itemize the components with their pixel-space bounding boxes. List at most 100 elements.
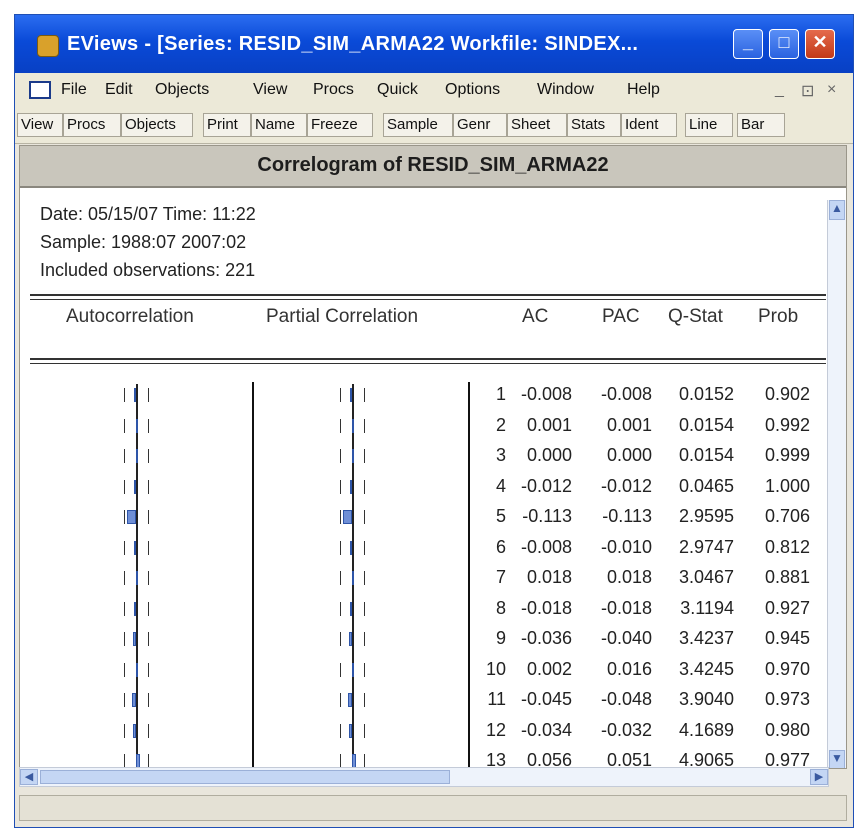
toolbar-stats-button[interactable]: Stats <box>567 113 621 137</box>
pac-bar <box>348 693 352 707</box>
qstat-cell: 0.0152 <box>678 384 734 404</box>
menu-objects[interactable]: Objects <box>155 81 209 99</box>
correlogram-view: Correlogram of RESID_SIM_ARMA22 Date: 05… <box>19 145 847 769</box>
menu-procs[interactable]: Procs <box>313 81 354 99</box>
pac-band-right <box>364 723 365 738</box>
pac-band-right <box>364 632 365 646</box>
pac-zero-line <box>352 689 354 720</box>
menu-edit[interactable]: Edit <box>105 81 133 99</box>
ac-cell: -0.036 <box>520 628 572 648</box>
minimize-button[interactable]: _ <box>733 29 763 59</box>
pac-bar <box>352 754 357 768</box>
toolbar-ident-button[interactable]: Ident <box>621 113 677 137</box>
prob-cell: 0.980 <box>764 719 810 740</box>
toolbar-sample-button[interactable]: Sample <box>383 113 453 137</box>
ac-band-left <box>124 662 125 677</box>
pac-band-left <box>340 601 341 616</box>
pac-cell: 0.001 <box>606 414 652 435</box>
pac-header: PAC <box>602 306 640 327</box>
pac-bar <box>350 388 352 402</box>
toolbar-print-button[interactable]: Print <box>203 113 251 137</box>
pac-band-left <box>340 418 341 433</box>
pac-bar <box>342 510 352 524</box>
ac-zero-line <box>136 536 138 567</box>
ac-bar <box>136 571 138 585</box>
prob-cell: 0.881 <box>764 567 810 587</box>
lag-cell: 11 <box>487 689 506 709</box>
pac-band-left <box>340 693 341 707</box>
lag-cell: 1 <box>495 384 506 404</box>
pac-bar <box>352 571 354 585</box>
vertical-scrollbar[interactable]: ▲ ▼ <box>827 200 846 768</box>
prob-header: Prob <box>758 306 799 327</box>
prob-cell: 0.812 <box>764 536 810 557</box>
toolbar-procs-button[interactable]: Procs <box>63 113 121 137</box>
ac-cell: 0.000 <box>526 445 572 465</box>
partial-correlation-header: Partial Correlation <box>266 306 419 327</box>
ac-zero-line <box>136 689 138 720</box>
ac-bar <box>134 540 136 555</box>
window-title: EViews - [Series: RESID_SIM_ARMA22 Workf… <box>67 33 639 55</box>
ac-bar <box>134 479 136 494</box>
qstat-cell: 3.0467 <box>678 567 734 587</box>
toolbar-genr-button[interactable]: Genr <box>453 113 507 137</box>
qstat-cell: 3.4237 <box>678 628 734 648</box>
pac-band-right <box>364 418 365 433</box>
toolbar-objects-button[interactable]: Objects <box>121 113 193 137</box>
ac-zero-line <box>136 597 138 628</box>
ac-band-right <box>148 510 149 524</box>
prob-cell: 0.927 <box>764 597 810 618</box>
scroll-down-arrow[interactable]: ▼ <box>829 750 845 768</box>
ac-zero-line <box>136 628 138 659</box>
ac-band-left <box>124 449 125 463</box>
ac-bar <box>134 601 136 616</box>
child-minimize-button[interactable]: _ <box>775 81 784 99</box>
scroll-left-arrow[interactable]: ◀ <box>20 769 38 785</box>
title-bar[interactable]: EViews - [Series: RESID_SIM_ARMA22 Workf… <box>15 15 853 73</box>
child-close-button[interactable]: × <box>827 81 836 99</box>
ac-band-left <box>124 571 125 585</box>
menu-view[interactable]: View <box>253 81 287 99</box>
pac-band-left <box>340 571 341 585</box>
eviews-window: EViews - [Series: RESID_SIM_ARMA22 Workf… <box>14 14 854 828</box>
child-window-icon[interactable] <box>29 81 51 99</box>
ac-zero-line <box>136 506 138 537</box>
ac-band-right <box>148 540 149 555</box>
horizontal-scrollbar[interactable]: ◀ ▶ <box>19 767 829 787</box>
qstat-cell: 4.1689 <box>678 719 734 740</box>
menu-help[interactable]: Help <box>627 81 660 99</box>
ac-bar <box>133 632 136 646</box>
ac-cell: -0.008 <box>520 536 572 557</box>
lag-cell: 2 <box>495 414 506 435</box>
scroll-right-arrow[interactable]: ▶ <box>810 769 828 785</box>
toolbar-bar-button[interactable]: Bar <box>737 113 785 137</box>
scroll-up-arrow[interactable]: ▲ <box>829 200 845 220</box>
ac-cell: -0.018 <box>520 597 572 618</box>
toolbar-sheet-button[interactable]: Sheet <box>507 113 567 137</box>
pac-cell: -0.010 <box>600 536 652 557</box>
toolbar-name-button[interactable]: Name <box>251 113 307 137</box>
ac-band-left <box>124 540 125 555</box>
ac-band-right <box>148 388 149 402</box>
ac-bar <box>136 418 138 433</box>
maximize-button[interactable]: □ <box>769 29 799 59</box>
toolbar-line-button[interactable]: Line <box>685 113 733 137</box>
ac-cell: -0.113 <box>522 506 572 526</box>
menu-window[interactable]: Window <box>537 81 594 99</box>
menu-file[interactable]: File <box>61 81 87 99</box>
menu-quick[interactable]: Quick <box>377 81 418 99</box>
close-button[interactable]: ✕ <box>805 29 835 59</box>
ac-cell: 0.001 <box>526 414 572 435</box>
horizontal-scroll-thumb[interactable] <box>40 770 450 784</box>
ac-cell: -0.008 <box>520 384 572 404</box>
pac-zero-line <box>352 719 354 750</box>
series-toolbar: View Procs Objects Print Name Freeze Sam… <box>15 107 853 144</box>
qstat-header: Q-Stat <box>668 306 723 327</box>
pac-band-left <box>340 479 341 494</box>
lag-cell: 8 <box>495 597 506 618</box>
menu-options[interactable]: Options <box>445 81 500 99</box>
toolbar-freeze-button[interactable]: Freeze <box>307 113 373 137</box>
toolbar-view-button[interactable]: View <box>17 113 63 137</box>
pac-cell: -0.032 <box>600 719 652 740</box>
child-restore-button[interactable]: ⊡ <box>801 81 814 101</box>
